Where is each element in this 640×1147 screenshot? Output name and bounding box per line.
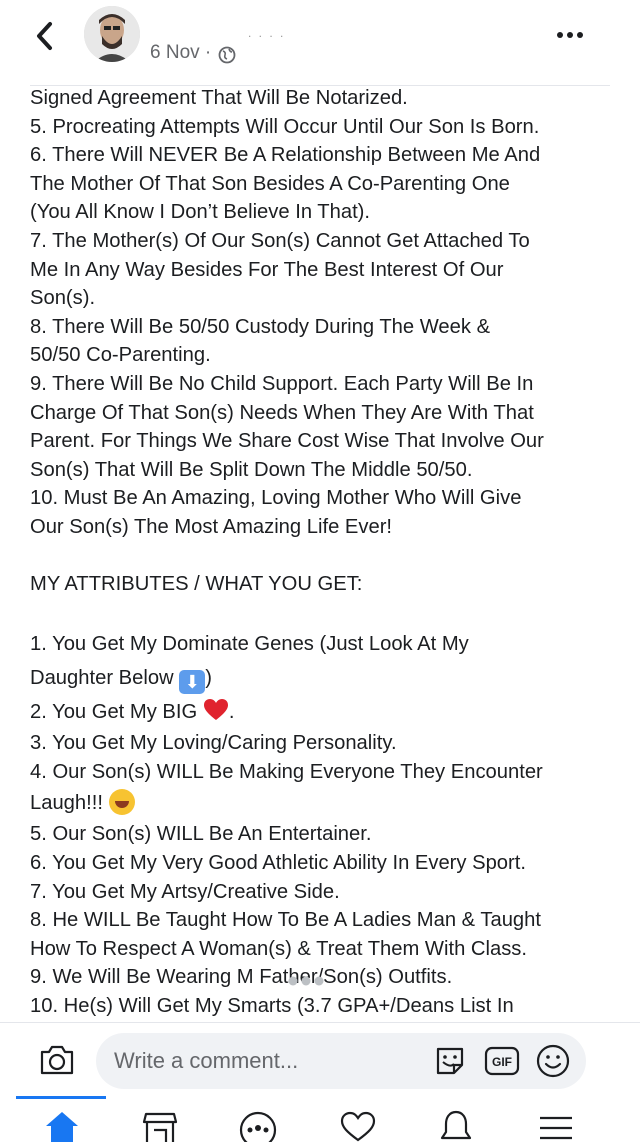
sticker-icon: [436, 1047, 464, 1075]
post-line: 10. He(s) Will Get My Smarts (3.7 GPA+/D…: [30, 995, 514, 1018]
post-line: 5. Our Son(s) WILL Be An Entertainer.: [30, 823, 372, 846]
post-body: Signed Agreement That Will Be Notarized.…: [30, 84, 615, 1022]
post-line: Our Son(s) The Most Amazing Life Ever!: [30, 515, 393, 538]
post-line: 2. You Get My BIG .: [30, 695, 615, 729]
tab-home[interactable]: [42, 1108, 82, 1142]
post-line: 8. He WILL Be Taught How To Be A Ladies …: [30, 909, 541, 932]
post-line: (You All Know I Don’t Believe In That).: [30, 201, 371, 224]
post-line: Parent. For Things We Share Cost Wise Th…: [30, 430, 544, 453]
post-line: 5. Procreating Attempts Will Occur Until…: [30, 115, 540, 138]
post-date[interactable]: 6 Nov ·: [150, 42, 211, 64]
groups-icon: [239, 1111, 277, 1147]
post-header: . . . . 6 Nov ·: [0, 0, 640, 86]
bell-icon: [440, 1110, 472, 1140]
tab-marketplace[interactable]: [140, 1108, 180, 1142]
rolling-laughing-emoji-icon: [108, 789, 135, 816]
post-line: 6. There Will NEVER Be A Relationship Be…: [30, 144, 541, 167]
chevron-left-icon: [37, 22, 52, 50]
sticker-button[interactable]: [432, 1043, 468, 1079]
post-line: Signed Agreement That Will Be Notarized.: [30, 87, 408, 109]
smiley-icon: [536, 1044, 570, 1078]
red-heart-emoji-icon: [203, 699, 228, 721]
globe-icon: [218, 46, 236, 64]
post-line: The Mother Of That Son Besides A Co-Pare…: [30, 172, 510, 195]
shop-icon: [142, 1112, 178, 1142]
tab-groups[interactable]: [238, 1108, 278, 1147]
post-line: Daughter Below ⬇): [30, 661, 615, 695]
gif-button[interactable]: GIF: [484, 1045, 520, 1077]
bottom-tab-bar: [0, 1096, 640, 1147]
post-line: Son(s).: [30, 287, 96, 310]
camera-icon: [40, 1045, 74, 1075]
post-text: ): [205, 667, 212, 690]
post-line: 1. You Get My Dominate Genes (Just Look …: [30, 633, 469, 656]
post-line: 4. Our Son(s) WILL Be Making Everyone Th…: [30, 760, 543, 783]
gif-icon: GIF: [484, 1046, 520, 1076]
post-line: 10. Must Be An Amazing, Loving Mother Wh…: [30, 487, 522, 510]
post-line: Laugh!!!: [30, 786, 615, 820]
home-icon: [46, 1112, 78, 1142]
menu-icon: [540, 1116, 572, 1140]
active-tab-indicator: [16, 1096, 106, 1099]
more-icon: [557, 32, 583, 38]
typing-indicator-icon: [288, 976, 324, 986]
post-line: 7. You Get My Artsy/Creative Side.: [30, 880, 340, 903]
emoji-button[interactable]: [536, 1044, 570, 1078]
post-text: 2. You Get My BIG: [30, 701, 203, 724]
post-line: 50/50 Co-Parenting.: [30, 344, 211, 367]
post-text: .: [228, 701, 235, 724]
post-line: Charge Of That Son(s) Needs When They Ar…: [30, 401, 534, 424]
post-line: 3. You Get My Loving/Caring Personality.: [30, 732, 397, 755]
down-arrow-emoji-icon: ⬇: [179, 670, 206, 695]
tab-notifications[interactable]: [436, 1108, 476, 1142]
camera-button[interactable]: [38, 1043, 76, 1077]
post-line: 6. You Get My Very Good Athletic Ability…: [30, 852, 526, 875]
comment-bar: GIF: [0, 1022, 640, 1097]
post-line: Son(s) That Will Be Split Down The Middl…: [30, 458, 473, 481]
post-line: How To Respect A Woman(s) & Treat Them W…: [30, 937, 528, 960]
post-text: Daughter Below: [30, 667, 180, 690]
post-line: Me In Any Way Besides For The Best Inter…: [30, 258, 504, 281]
gif-label: GIF: [492, 1055, 512, 1069]
more-options-button[interactable]: [555, 28, 585, 40]
avatar-image: [84, 6, 140, 62]
back-button[interactable]: [30, 16, 66, 56]
post-line: 8. There Will Be 50/50 Custody During Th…: [30, 315, 491, 338]
post-line: 7. The Mother(s) Of Our Son(s) Cannot Ge…: [30, 229, 530, 252]
tab-dating[interactable]: [338, 1108, 378, 1142]
tab-menu[interactable]: [536, 1108, 576, 1142]
post-text: Laugh!!!: [30, 792, 109, 815]
attributes-heading: MY ATTRIBUTES / WHAT YOU GET:: [30, 573, 363, 596]
post-line: 9. There Will Be No Child Support. Each …: [30, 372, 534, 395]
heart-outline-icon: [340, 1111, 376, 1142]
avatar[interactable]: [84, 6, 140, 62]
author-name[interactable]: . . . .: [248, 26, 285, 40]
